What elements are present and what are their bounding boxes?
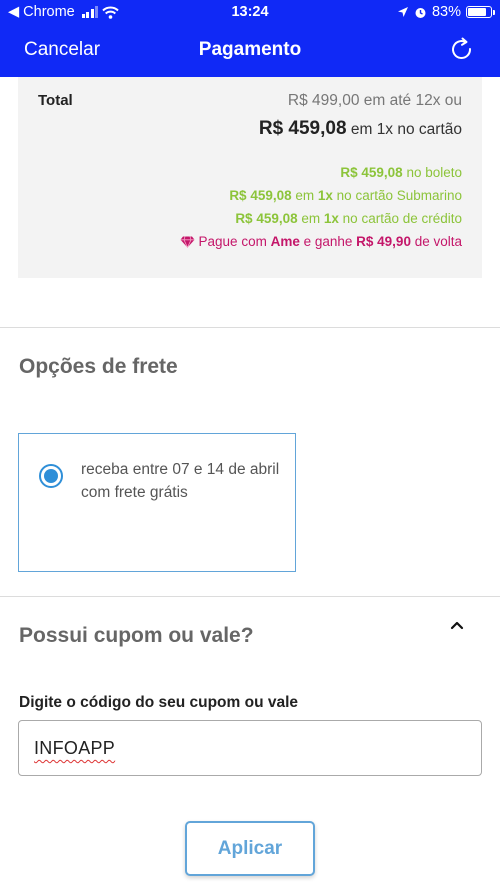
refresh-icon[interactable] [448, 36, 476, 64]
one-payment-text: em 1x no cartão [346, 121, 462, 138]
submarino-mid: em [291, 188, 318, 203]
chevron-up-icon[interactable] [450, 620, 464, 630]
coupon-input-value: INFOAPP [34, 738, 116, 758]
ame-mid: e ganhe [299, 234, 357, 249]
battery-icon [466, 6, 495, 18]
shipping-radio-button[interactable] [39, 464, 63, 488]
installments-text: em até 12x ou [359, 92, 462, 109]
status-right: 83% [397, 4, 495, 20]
ame-brand: Ame [270, 234, 300, 249]
total-label: Total [38, 92, 73, 109]
coupon-field-label: Digite o código do seu cupom ou vale [19, 694, 299, 711]
installments-price: R$ 499,00 em até 12x ou [288, 92, 462, 110]
shipping-option[interactable]: receba entre 07 e 14 de abril com frete … [18, 433, 296, 572]
submarino-text: no cartão Submarino [332, 188, 462, 203]
boleto-price: R$ 459,08 no boleto [340, 165, 462, 180]
submarino-installments: 1x [317, 188, 333, 203]
installments-amount: R$ 499,00 [287, 92, 360, 109]
credito-installments: 1x [323, 211, 339, 226]
location-icon [397, 7, 408, 17]
one-payment-amount: R$ 459,08 [258, 118, 347, 139]
credit-card-price: R$ 459,08 em 1x no cartão de crédito [235, 211, 462, 226]
one-payment-price: R$ 459,08 em 1x no cartão [259, 118, 462, 140]
shipping-option-text: receba entre 07 e 14 de abril com frete … [81, 461, 280, 501]
section-divider [0, 327, 500, 328]
order-total-summary: Total R$ 499,00 em até 12x ou R$ 459,08 … [18, 77, 482, 278]
section-divider [0, 596, 500, 597]
ame-suffix: de volta [410, 234, 462, 249]
credito-mid: em [297, 211, 324, 226]
coupon-input[interactable]: INFOAPP [18, 720, 482, 776]
battery-percent: 83% [431, 4, 461, 20]
apply-coupon-button[interactable]: Aplicar [185, 821, 315, 876]
boleto-amount: R$ 459,08 [340, 165, 403, 180]
shipping-section-title: Opções de frete [19, 355, 178, 378]
gem-icon [180, 236, 195, 248]
coupon-section-title: Possui cupom ou vale? [19, 624, 254, 647]
submarino-card-price: R$ 459,08 em 1x no cartão Submarino [229, 188, 462, 203]
credito-text: no cartão de crédito [338, 211, 462, 226]
credito-amount: R$ 459,08 [235, 211, 298, 226]
ame-cashback-offer: Pague com Ame e ganhe R$ 49,90 de volta [180, 234, 462, 249]
ame-prefix: Pague com [198, 234, 271, 249]
alarm-icon [415, 7, 426, 18]
status-bar: ◀ Chrome 13:24 83% [0, 0, 500, 26]
ame-amount: R$ 49,90 [356, 234, 411, 249]
cancel-button[interactable]: Cancelar [24, 39, 100, 61]
boleto-text: no boleto [402, 165, 462, 180]
app-header: ◀ Chrome 13:24 83% Cancelar Pagamento [0, 0, 500, 77]
submarino-amount: R$ 459,08 [229, 188, 292, 203]
